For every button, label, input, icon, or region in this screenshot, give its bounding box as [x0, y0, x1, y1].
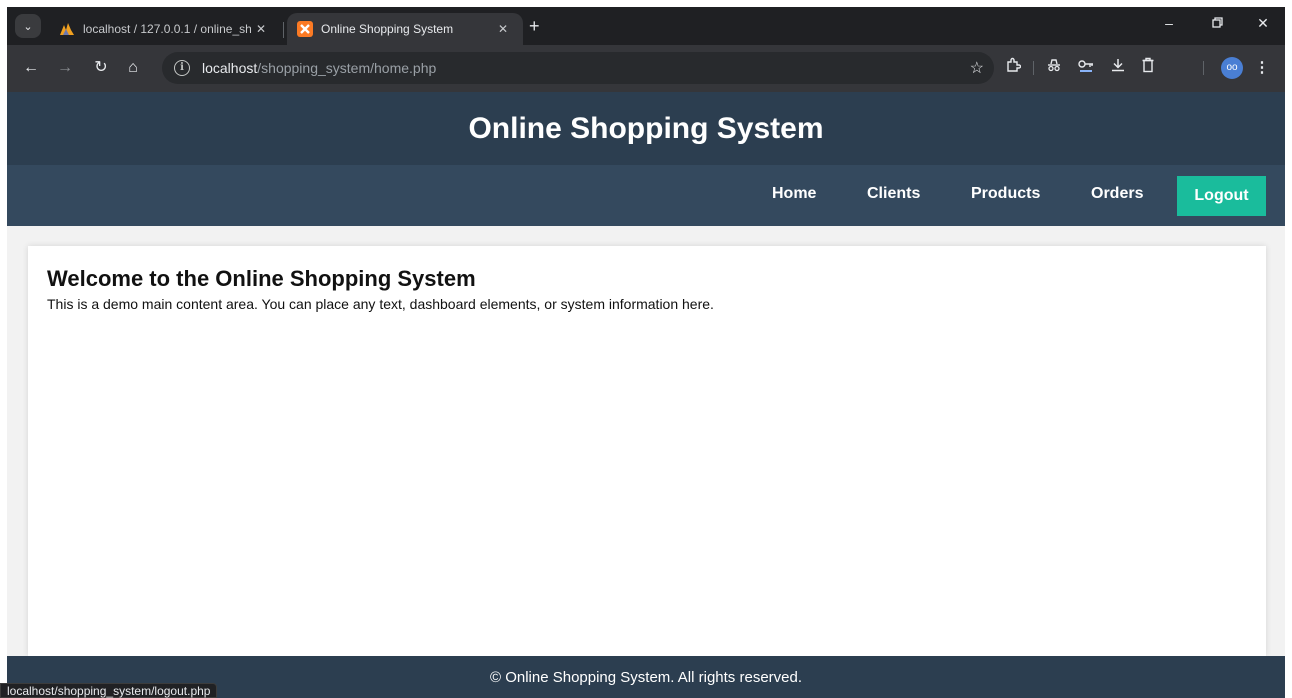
new-tab-icon[interactable]: + — [529, 17, 540, 35]
site-header: Online Shopping System — [7, 92, 1285, 165]
address-url[interactable]: localhost/shopping_system/home.php — [202, 60, 436, 76]
site-info-icon[interactable]: i — [174, 60, 190, 76]
address-bar[interactable]: i localhost/shopping_system/home.php ☆ — [162, 52, 994, 84]
chevron-down-icon: ⌄ — [23, 20, 33, 33]
welcome-text: This is a demo main content area. You ca… — [47, 296, 714, 312]
tab-phpmyadmin[interactable]: localhost / 127.0.0.1 / online_sh ✕ — [49, 13, 281, 45]
nav-link-products[interactable]: Products — [971, 185, 1040, 203]
toolbar-separator — [1203, 61, 1204, 75]
close-icon[interactable]: ✕ — [251, 22, 271, 36]
home-icon[interactable]: ⌂ — [123, 58, 143, 78]
nav-link-orders[interactable]: Orders — [1091, 185, 1143, 203]
nav-link-clients[interactable]: Clients — [867, 185, 920, 203]
status-bar-url: localhost/shopping_system/logout.php — [0, 683, 218, 698]
bookmark-star-icon[interactable]: ☆ — [970, 58, 984, 78]
xampp-icon — [297, 21, 313, 37]
web-page: Online Shopping System Home Clients Prod… — [7, 92, 1285, 698]
back-icon[interactable]: ← — [21, 58, 41, 78]
tab-separator — [283, 22, 284, 38]
tab-title: Online Shopping System — [321, 22, 454, 36]
welcome-heading: Welcome to the Online Shopping System — [47, 266, 476, 291]
extensions-icon[interactable] — [1002, 57, 1024, 79]
profile-avatar-icon[interactable]: oo — [1221, 57, 1243, 79]
main-content: Welcome to the Online Shopping System Th… — [28, 246, 1266, 656]
minimize-icon[interactable]: – — [1159, 15, 1179, 31]
address-path: /shopping_system/home.php — [257, 60, 437, 76]
toolbar-separator — [1033, 61, 1034, 75]
nav-link-home[interactable]: Home — [772, 185, 816, 203]
download-icon[interactable] — [1107, 57, 1129, 79]
forward-icon[interactable]: → — [55, 58, 75, 78]
reload-icon[interactable]: ↻ — [91, 58, 111, 78]
footer-text: © Online Shopping System. All rights res… — [489, 668, 803, 686]
restore-icon[interactable] — [1207, 15, 1227, 31]
password-key-icon[interactable] — [1075, 57, 1097, 79]
tab-title: localhost / 127.0.0.1 / online_sh — [83, 22, 251, 36]
close-icon[interactable]: ✕ — [493, 22, 513, 36]
logout-button[interactable]: Logout — [1177, 176, 1266, 216]
window-close-icon[interactable]: ✕ — [1253, 15, 1273, 32]
address-host: localhost — [202, 60, 258, 76]
site-nav: Home Clients Products Orders Logout — [7, 165, 1285, 226]
tab-search-button[interactable]: ⌄ — [15, 14, 41, 38]
phpmyadmin-icon — [59, 21, 75, 37]
trash-icon[interactable] — [1137, 57, 1159, 79]
site-title: Online Shopping System — [468, 111, 824, 145]
browser-chrome: ⌄ localhost / 127.0.0.1 / online_sh ✕ On… — [7, 7, 1285, 92]
tab-online-shopping[interactable]: Online Shopping System ✕ — [287, 13, 523, 45]
tab-strip: ⌄ localhost / 127.0.0.1 / online_sh ✕ On… — [7, 7, 1285, 45]
menu-kebab-icon[interactable]: ⋮ — [1251, 57, 1273, 79]
incognito-icon[interactable] — [1043, 57, 1065, 79]
browser-toolbar: ← → ↻ ⌂ i localhost/shopping_system/home… — [7, 45, 1285, 92]
